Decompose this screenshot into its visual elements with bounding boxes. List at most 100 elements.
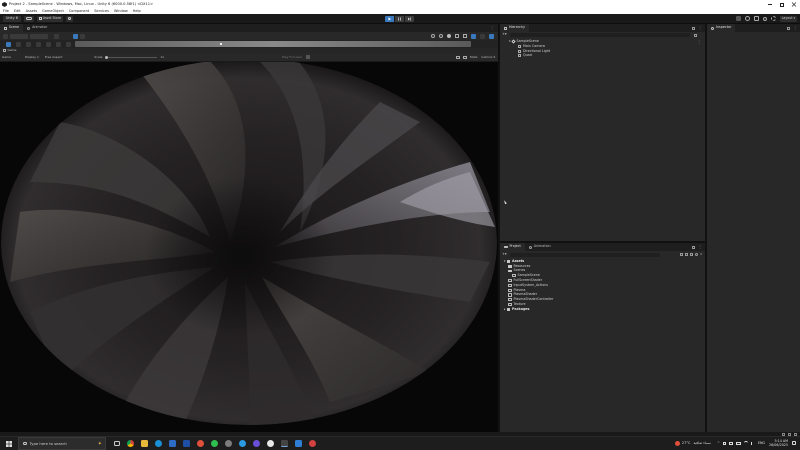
lock-icon[interactable] <box>692 26 695 30</box>
tray-expand-icon[interactable]: ^ <box>717 441 720 446</box>
tab-hierarchy[interactable]: Hierarchy <box>500 24 529 32</box>
hierarchy-filter-icon[interactable] <box>693 33 697 37</box>
github-icon[interactable] <box>266 440 274 447</box>
hierarchy-more-icon[interactable]: ⋮ <box>698 26 702 30</box>
view-tool-icon[interactable] <box>6 41 11 47</box>
gizmo-icon-1[interactable] <box>431 34 435 38</box>
vscode-icon[interactable] <box>294 440 302 447</box>
close-icon[interactable] <box>788 0 800 9</box>
transform-tool-icon[interactable] <box>56 41 61 47</box>
scale-slider-thumb[interactable] <box>105 55 109 59</box>
audio-icon[interactable] <box>462 55 467 59</box>
tab-game-label[interactable]: Game <box>8 49 17 52</box>
inspector-lock-icon[interactable] <box>787 26 790 30</box>
rect-tool-icon[interactable] <box>46 41 51 47</box>
weather-icon[interactable] <box>674 440 680 446</box>
tab-inspector[interactable]: Inspector <box>707 24 736 32</box>
menu-file[interactable]: File <box>3 9 9 14</box>
clock-date[interactable]: 26/06/2025 <box>769 443 788 447</box>
app-red-icon[interactable] <box>196 440 204 447</box>
game-viewport[interactable] <box>0 62 498 432</box>
menu-edit[interactable]: Edit <box>14 9 21 14</box>
menu-component[interactable]: Component <box>69 9 89 14</box>
add-object-button[interactable]: +▾ <box>502 33 507 37</box>
visibility-icon[interactable] <box>695 253 699 256</box>
hierarchy-search-input[interactable] <box>509 33 690 37</box>
project-search-input[interactable] <box>509 252 660 257</box>
camera-icon[interactable] <box>455 55 460 59</box>
search-icon[interactable] <box>762 16 767 21</box>
aspect-dropdown[interactable]: Free Aspect <box>45 55 63 59</box>
task-view-icon[interactable] <box>113 441 120 446</box>
notifications-icon[interactable] <box>792 441 796 446</box>
file-explorer-icon[interactable] <box>140 440 148 447</box>
taskbar-search-box[interactable]: Type here to search ✦ <box>18 437 106 450</box>
tray-app-icon[interactable] <box>722 441 727 446</box>
asset-store-button[interactable]: Asset Store <box>36 15 63 22</box>
gizmo-icon-4[interactable] <box>455 34 459 38</box>
weather-temperature[interactable]: 27°C <box>682 441 691 446</box>
weather-description[interactable]: سماء صافية <box>694 441 711 446</box>
audio-toggle-icon[interactable] <box>463 34 467 38</box>
play-focused-dropdown[interactable]: Play Focused <box>282 55 302 59</box>
app-l-icon[interactable] <box>182 440 190 447</box>
hand-tool-icon[interactable] <box>3 33 8 39</box>
inspector-more-icon[interactable]: ⋮ <box>793 26 797 30</box>
favorite-icon[interactable] <box>690 253 694 256</box>
tab-scene[interactable]: Scene <box>0 24 24 32</box>
rotate-tool-icon[interactable] <box>26 41 31 47</box>
collab-icon[interactable] <box>735 16 741 21</box>
app-chat-icon[interactable] <box>224 440 232 447</box>
more-options-icon[interactable]: ⋮ <box>490 26 494 30</box>
unity-taskbar-icon[interactable] <box>280 440 288 447</box>
draw-mode-dropdown[interactable] <box>10 33 28 39</box>
move-tool-icon[interactable] <box>16 41 21 47</box>
mute-audio-icon[interactable] <box>305 55 310 59</box>
effects-toggle-icon[interactable] <box>471 33 476 39</box>
step-button[interactable] <box>405 16 414 22</box>
input-language[interactable]: ENG <box>758 441 765 445</box>
tab-animation[interactable]: Animation <box>525 243 555 251</box>
gizmo-icon-2[interactable] <box>439 34 443 38</box>
project-more-icon[interactable]: ⋮ <box>698 245 702 249</box>
version-control-button[interactable] <box>65 15 73 22</box>
lighting-toggle-icon[interactable] <box>54 33 59 39</box>
settings-gear-icon[interactable] <box>770 16 776 21</box>
gizmo-icon-3[interactable] <box>447 34 451 38</box>
whatsapp-icon[interactable] <box>210 440 218 447</box>
2d-toggle[interactable] <box>30 33 48 39</box>
expand-arrow-icon[interactable]: ▸ <box>504 307 506 311</box>
project-lock-icon[interactable] <box>692 245 695 249</box>
tab-project[interactable]: Project <box>500 243 525 251</box>
account-button[interactable]: Unity 6 <box>3 15 21 22</box>
expand-arrow-icon[interactable]: ▾ <box>509 40 511 43</box>
services-icon[interactable] <box>744 16 750 21</box>
volume-icon[interactable] <box>750 441 755 445</box>
pause-button[interactable] <box>395 16 404 22</box>
play-button[interactable] <box>385 16 394 22</box>
cloud-button[interactable] <box>23 15 34 22</box>
chrome-icon[interactable] <box>126 440 134 447</box>
menu-window[interactable]: Window <box>114 9 128 14</box>
project-tree-item[interactable]: ▸ Packages <box>500 307 705 312</box>
camera-settings-icon[interactable] <box>480 33 485 39</box>
tab-animator[interactable]: Animator <box>23 24 51 32</box>
app-purple-icon[interactable] <box>252 440 260 447</box>
wifi-icon[interactable] <box>743 441 748 445</box>
maximize-icon[interactable] <box>776 0 788 9</box>
menu-services[interactable]: Services <box>94 9 109 14</box>
minimize-icon[interactable] <box>764 0 776 9</box>
view-toggle-a[interactable] <box>73 33 78 39</box>
menu-help[interactable]: Help <box>133 9 141 14</box>
view-toggle-b[interactable] <box>80 33 85 39</box>
tray-app-icon[interactable] <box>729 441 733 446</box>
search-by-label-icon[interactable] <box>685 253 689 256</box>
telegram-icon[interactable] <box>238 440 246 447</box>
gizmos-button[interactable]: Gizmos <box>481 55 492 59</box>
menu-gameobject[interactable]: GameObject <box>42 9 64 14</box>
display-dropdown[interactable]: Display 1 <box>25 55 39 59</box>
recorder-icon[interactable] <box>308 440 316 447</box>
store-icon[interactable] <box>168 440 176 447</box>
battery-icon[interactable] <box>735 441 741 445</box>
edge-icon[interactable] <box>154 440 162 447</box>
